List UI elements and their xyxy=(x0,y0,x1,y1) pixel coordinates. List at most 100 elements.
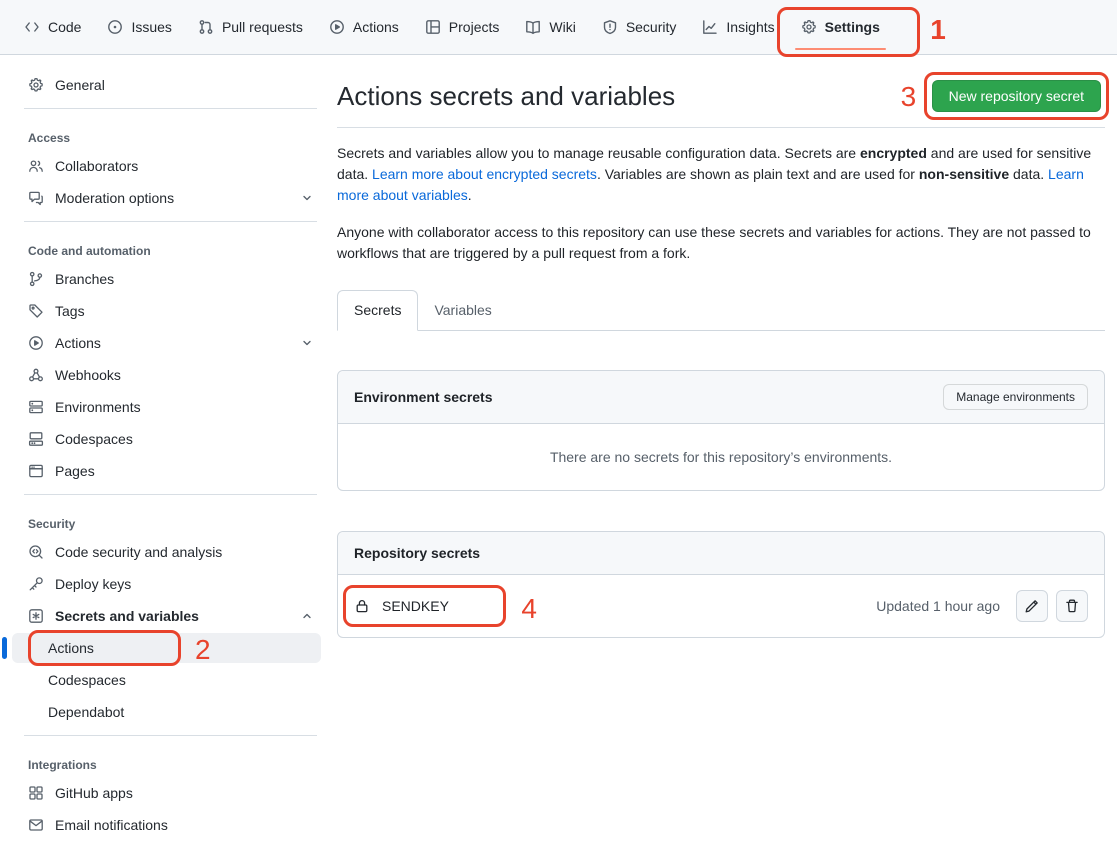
sidebar-item-code-security[interactable]: Code security and analysis xyxy=(12,537,321,567)
intro-paragraph-1: Secrets and variables allow you to manag… xyxy=(337,143,1105,206)
sidebar-item-tags[interactable]: Tags xyxy=(12,296,321,326)
header-divider xyxy=(337,127,1105,128)
sidebar-item-label: Moderation options xyxy=(55,190,174,206)
sidebar-item-pages[interactable]: Pages xyxy=(12,456,321,486)
sidebar-item-label: Actions xyxy=(55,335,101,351)
trash-icon xyxy=(1064,598,1080,614)
nav-tab-pull-requests[interactable]: Pull requests xyxy=(188,0,313,54)
sidebar-item-label: Environments xyxy=(55,399,141,415)
sidebar-item-collaborators[interactable]: Collaborators xyxy=(12,151,321,181)
annotation-number-3: 3 xyxy=(901,83,917,111)
secret-updated-text: Updated 1 hour ago xyxy=(876,598,1000,614)
nav-tab-actions[interactable]: Actions xyxy=(319,0,409,54)
github-repo-settings-page: Code Issues Pull requests Actions Projec… xyxy=(0,0,1117,867)
lock-icon xyxy=(354,598,370,614)
people-icon xyxy=(28,158,44,174)
delete-secret-button[interactable] xyxy=(1056,590,1088,622)
secrets-variables-tabnav: Secrets Variables xyxy=(337,290,1105,331)
sidebar-subitem-actions-selected[interactable]: Actions 2 xyxy=(12,633,321,663)
sidebar-subitem-codespaces[interactable]: Codespaces xyxy=(12,665,321,695)
page-title: Actions secrets and variables xyxy=(337,80,675,112)
link-encrypted-secrets[interactable]: Learn more about encrypted secrets xyxy=(372,166,597,182)
sidebar-item-github-apps[interactable]: GitHub apps xyxy=(12,778,321,808)
nav-tab-code[interactable]: Code xyxy=(14,0,91,54)
sidebar-item-label: Collaborators xyxy=(55,158,138,174)
comment-discussion-icon xyxy=(28,190,44,206)
intro-bold-encrypted: encrypted xyxy=(860,145,927,161)
nav-tab-label: Settings xyxy=(825,19,880,35)
apps-icon xyxy=(28,785,44,801)
manage-environments-button[interactable]: Manage environments xyxy=(943,384,1088,410)
sidebar-section-code-automation: Code and automation xyxy=(12,230,321,264)
browser-icon xyxy=(28,463,44,479)
play-icon xyxy=(28,335,44,351)
sidebar-item-actions[interactable]: Actions xyxy=(12,328,321,358)
book-icon xyxy=(525,19,541,35)
intro-text: Secrets and variables allow you to manag… xyxy=(337,143,1105,264)
sidebar-item-label: GitHub apps xyxy=(55,785,133,801)
sidebar-item-label: Dependabot xyxy=(48,704,124,720)
chevron-down-icon xyxy=(301,337,313,349)
sidebar-item-branches[interactable]: Branches xyxy=(12,264,321,294)
tag-icon xyxy=(28,303,44,319)
sidebar-item-codespaces[interactable]: Codespaces xyxy=(12,424,321,454)
sidebar-item-label: Webhooks xyxy=(55,367,121,383)
intro-text-segment: . xyxy=(468,187,472,203)
intro-bold-non-sensitive: non-sensitive xyxy=(919,166,1009,182)
edit-secret-button[interactable] xyxy=(1016,590,1048,622)
sidebar-item-label: Secrets and variables xyxy=(55,608,199,624)
active-tab-underline xyxy=(795,48,886,50)
nav-tab-insights[interactable]: Insights xyxy=(692,0,784,54)
graph-icon xyxy=(702,19,718,35)
nav-tab-security[interactable]: Security xyxy=(592,0,687,54)
sidebar-item-email-notifications[interactable]: Email notifications xyxy=(12,810,321,840)
annotation-number-1: 1 xyxy=(930,16,946,44)
pencil-icon xyxy=(1024,598,1040,614)
nav-tab-projects[interactable]: Projects xyxy=(415,0,510,54)
sidebar-section-integrations: Integrations xyxy=(12,744,321,778)
sidebar-item-deploy-keys[interactable]: Deploy keys xyxy=(12,569,321,599)
sidebar-divider xyxy=(24,494,317,495)
issue-opened-icon xyxy=(107,19,123,35)
repository-secrets-header: Repository secrets xyxy=(338,532,1104,575)
nav-tab-issues[interactable]: Issues xyxy=(97,0,181,54)
environment-secrets-empty-text: There are no secrets for this repository… xyxy=(338,424,1104,490)
intro-text-segment: data. xyxy=(1009,166,1048,182)
sidebar-divider xyxy=(24,108,317,109)
play-icon xyxy=(329,19,345,35)
repository-secrets-box: Repository secrets SENDKEY 4 Updated 1 h… xyxy=(337,531,1105,638)
sidebar-divider xyxy=(24,735,317,736)
code-icon xyxy=(24,19,40,35)
sidebar-item-label: Actions xyxy=(48,640,94,656)
sidebar-item-label: Codespaces xyxy=(48,672,126,688)
sidebar-item-label: Codespaces xyxy=(55,431,133,447)
codescan-icon xyxy=(28,544,44,560)
annotation-number-4: 4 xyxy=(521,595,537,623)
nav-tab-label: Code xyxy=(48,19,81,35)
sidebar-item-environments[interactable]: Environments xyxy=(12,392,321,422)
nav-tab-settings[interactable]: Settings 1 xyxy=(791,0,890,54)
new-repository-secret-button[interactable]: New repository secret xyxy=(932,80,1101,112)
chevron-up-icon xyxy=(301,610,313,622)
project-icon xyxy=(425,19,441,35)
key-icon xyxy=(28,576,44,592)
secret-row: SENDKEY 4 Updated 1 hour ago xyxy=(338,575,1104,637)
asterisk-box-icon xyxy=(28,608,44,624)
sidebar-subitem-dependabot[interactable]: Dependabot xyxy=(12,697,321,727)
sidebar-item-moderation-options[interactable]: Moderation options xyxy=(12,183,321,213)
sidebar-item-webhooks[interactable]: Webhooks xyxy=(12,360,321,390)
sidebar-item-general[interactable]: General xyxy=(12,70,321,100)
tab-secrets[interactable]: Secrets xyxy=(337,290,418,331)
sidebar-item-secrets-and-variables[interactable]: Secrets and variables xyxy=(12,601,321,631)
page-header: Actions secrets and variables New reposi… xyxy=(337,80,1105,112)
secret-name-group: SENDKEY 4 xyxy=(354,598,449,614)
tab-variables[interactable]: Variables xyxy=(418,290,507,330)
nav-tab-wiki[interactable]: Wiki xyxy=(515,0,585,54)
new-secret-button-wrap: New repository secret 3 xyxy=(932,80,1101,112)
nav-tab-label: Issues xyxy=(131,19,171,35)
sidebar-item-label: Email notifications xyxy=(55,817,168,833)
nav-tab-label: Actions xyxy=(353,19,399,35)
codespaces-icon xyxy=(28,431,44,447)
webhook-icon xyxy=(28,367,44,383)
sidebar-item-label: Deploy keys xyxy=(55,576,131,592)
